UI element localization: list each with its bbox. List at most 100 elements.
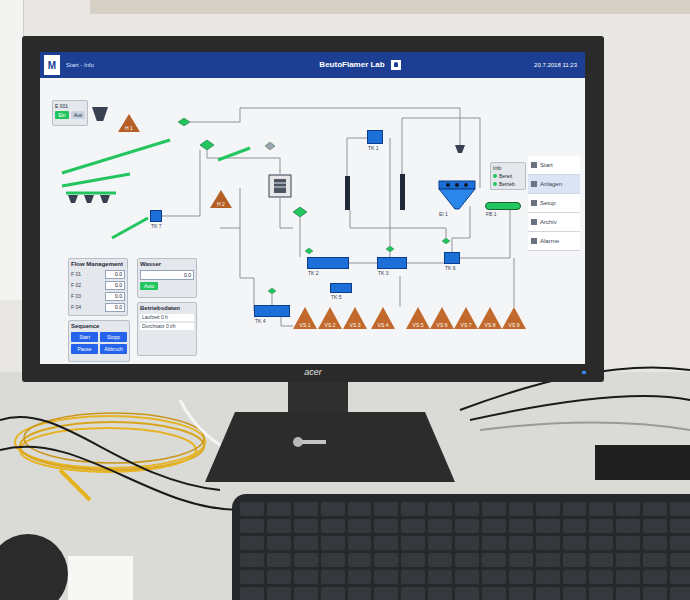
sequence-button[interactable]: Pause bbox=[71, 344, 98, 354]
bin[interactable]: VS 3 bbox=[343, 307, 367, 329]
power-led[interactable] bbox=[582, 371, 586, 374]
key[interactable] bbox=[267, 519, 291, 533]
key[interactable] bbox=[348, 570, 372, 584]
nav-item[interactable]: Start bbox=[528, 156, 580, 175]
key[interactable] bbox=[616, 553, 640, 567]
key[interactable] bbox=[670, 553, 690, 567]
flow-value[interactable]: 0.0 bbox=[105, 281, 125, 290]
key[interactable] bbox=[267, 553, 291, 567]
nav-item[interactable]: Alarme bbox=[528, 232, 580, 251]
key[interactable] bbox=[536, 519, 560, 533]
key[interactable] bbox=[294, 536, 318, 550]
flow-value[interactable]: 0.0 bbox=[105, 270, 125, 279]
key[interactable] bbox=[509, 502, 533, 516]
key[interactable] bbox=[401, 587, 425, 600]
nav-item[interactable]: Anlagen bbox=[528, 175, 580, 194]
key[interactable] bbox=[643, 587, 667, 600]
key[interactable] bbox=[374, 587, 398, 600]
key[interactable] bbox=[563, 553, 587, 567]
key[interactable] bbox=[589, 587, 613, 600]
key[interactable] bbox=[348, 519, 372, 533]
key[interactable] bbox=[616, 502, 640, 516]
key[interactable] bbox=[482, 536, 506, 550]
key[interactable] bbox=[348, 502, 372, 516]
mill-icon[interactable] bbox=[268, 174, 292, 198]
tank[interactable] bbox=[254, 305, 290, 317]
key[interactable] bbox=[536, 502, 560, 516]
key[interactable] bbox=[374, 536, 398, 550]
thickener-icon[interactable] bbox=[438, 180, 476, 210]
sequence-button[interactable]: Abbruch bbox=[100, 344, 127, 354]
key[interactable] bbox=[455, 570, 479, 584]
hopper-icon[interactable] bbox=[68, 195, 78, 203]
key[interactable] bbox=[482, 502, 506, 516]
feed-button[interactable]: Ein bbox=[55, 111, 69, 119]
key[interactable] bbox=[267, 570, 291, 584]
key[interactable] bbox=[294, 570, 318, 584]
key[interactable] bbox=[374, 570, 398, 584]
key[interactable] bbox=[374, 502, 398, 516]
tank[interactable] bbox=[330, 283, 352, 293]
key[interactable] bbox=[267, 536, 291, 550]
key[interactable] bbox=[321, 553, 345, 567]
key[interactable] bbox=[294, 502, 318, 516]
key[interactable] bbox=[428, 536, 452, 550]
bin[interactable]: VS 1 bbox=[293, 307, 317, 329]
key[interactable] bbox=[321, 536, 345, 550]
belt[interactable] bbox=[62, 174, 130, 186]
pump-icon[interactable] bbox=[265, 142, 275, 150]
key[interactable] bbox=[589, 536, 613, 550]
hopper-icon[interactable] bbox=[100, 195, 110, 203]
hopper-icon[interactable] bbox=[84, 195, 94, 203]
sequence-button[interactable]: Start bbox=[71, 332, 98, 342]
key[interactable] bbox=[563, 519, 587, 533]
key[interactable] bbox=[536, 553, 560, 567]
key[interactable] bbox=[482, 553, 506, 567]
bin[interactable]: VS 5 bbox=[406, 307, 430, 329]
key[interactable] bbox=[428, 502, 452, 516]
key[interactable] bbox=[563, 502, 587, 516]
key[interactable] bbox=[240, 570, 264, 584]
key[interactable] bbox=[348, 553, 372, 567]
key[interactable] bbox=[482, 519, 506, 533]
key[interactable] bbox=[589, 519, 613, 533]
pump-icon[interactable] bbox=[442, 238, 450, 244]
key[interactable] bbox=[374, 519, 398, 533]
key[interactable] bbox=[401, 502, 425, 516]
key[interactable] bbox=[509, 519, 533, 533]
key[interactable] bbox=[428, 519, 452, 533]
pump-icon[interactable] bbox=[200, 140, 214, 150]
flow-value[interactable]: 0.0 bbox=[105, 292, 125, 301]
feed-button[interactable]: Aus bbox=[71, 111, 85, 119]
key[interactable] bbox=[670, 587, 690, 600]
bin[interactable]: VS 8 bbox=[478, 307, 502, 329]
key[interactable] bbox=[670, 519, 690, 533]
key[interactable] bbox=[670, 570, 690, 584]
logo[interactable]: M bbox=[44, 55, 60, 75]
bin[interactable]: VS 2 bbox=[318, 307, 342, 329]
key[interactable] bbox=[563, 587, 587, 600]
key[interactable] bbox=[294, 553, 318, 567]
pump-icon[interactable] bbox=[178, 118, 190, 126]
key[interactable] bbox=[267, 502, 291, 516]
breadcrumb[interactable]: Start - Info bbox=[66, 61, 186, 70]
tank[interactable] bbox=[307, 257, 349, 269]
key[interactable] bbox=[482, 587, 506, 600]
key[interactable] bbox=[482, 570, 506, 584]
pump-icon[interactable] bbox=[305, 248, 313, 254]
belt[interactable] bbox=[66, 192, 116, 195]
key[interactable] bbox=[536, 570, 560, 584]
key[interactable] bbox=[294, 519, 318, 533]
key[interactable] bbox=[240, 519, 264, 533]
key[interactable] bbox=[643, 502, 667, 516]
belt[interactable] bbox=[112, 218, 148, 238]
key[interactable] bbox=[643, 536, 667, 550]
key[interactable] bbox=[348, 536, 372, 550]
hopper-icon[interactable] bbox=[92, 107, 108, 121]
key[interactable] bbox=[589, 570, 613, 584]
key[interactable] bbox=[240, 536, 264, 550]
key[interactable] bbox=[455, 519, 479, 533]
key[interactable] bbox=[670, 502, 690, 516]
key[interactable] bbox=[670, 536, 690, 550]
key[interactable] bbox=[294, 587, 318, 600]
